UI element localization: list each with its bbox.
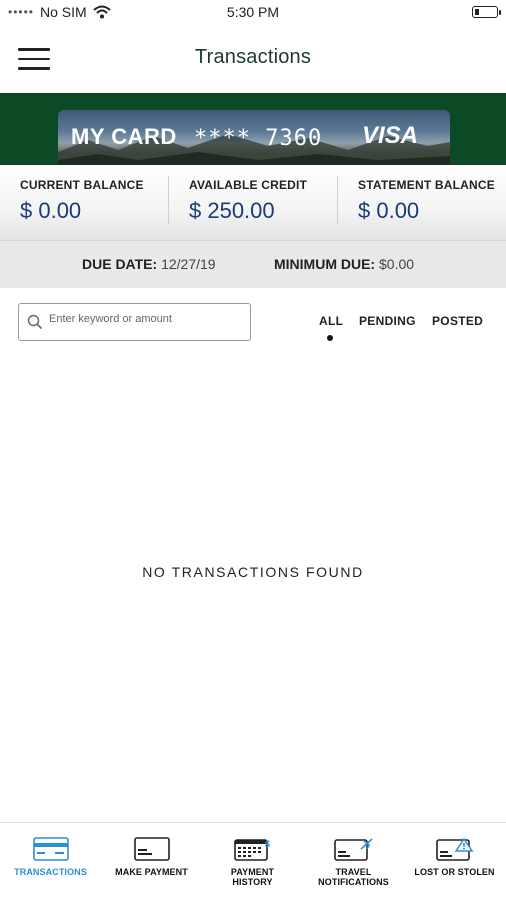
card-name: MY CARD [71,124,177,149]
current-balance-value: $ 0.00 [20,198,82,223]
card-image[interactable]: MY CARD **** 7360 VISA [58,110,450,165]
search-input[interactable] [49,313,244,325]
tab-transactions[interactable]: TRANSACTIONS [0,823,101,901]
current-balance-label: CURRENT BALANCE [20,178,144,192]
calendar-card-icon: $ [233,839,270,861]
search-box[interactable] [18,303,251,341]
minimum-due-label: MINIMUM DUE: [274,256,376,272]
battery-icon [472,6,501,18]
tab-label-line: HISTORY [232,877,273,887]
divider [168,176,169,224]
card-number: **** 7360 [194,126,323,151]
minimum-due-value: $0.00 [379,256,415,272]
filter-all[interactable]: ALL [319,314,343,328]
bottom-tab-bar: TRANSACTIONS MAKE PAYMENT $ PAYMENT HIST… [0,822,506,901]
status-time: 5:30 PM [226,4,280,20]
available-credit-value: $ 250.00 [189,198,275,223]
tab-label: MAKE PAYMENT [115,867,188,877]
tab-label-line: PAYMENT [230,867,275,877]
due-date-label: DUE DATE: [82,256,158,272]
minimum-due: MINIMUM DUE: $0.00 [274,256,414,272]
filter-pending[interactable]: PENDING [359,314,416,328]
visa-logo: VISA [361,122,418,149]
card-banner: MY CARD **** 7360 VISA [0,93,506,165]
statement-balance-value: $ 0.00 [358,198,420,223]
due-date: DUE DATE: 12/27/19 [82,256,216,272]
statement-balance-label: STATEMENT BALANCE [358,178,495,192]
tab-label-line: TRAVEL [335,867,372,877]
due-date-value: 12/27/19 [161,256,216,272]
tab-label: PAYMENT HISTORY [202,867,303,887]
active-filter-indicator [327,335,333,341]
tab-label: LOST OR STOLEN [414,867,495,877]
tab-travel-notifications[interactable]: TRAVEL NOTIFICATIONS [303,823,404,901]
tab-lost-or-stolen[interactable]: LOST OR STOLEN [404,823,505,901]
header: Transactions [0,26,506,92]
status-bar: ••••• No SIM 5:30 PM [0,0,506,26]
card-icon [133,837,170,861]
filter-posted[interactable]: POSTED [432,314,483,328]
divider [337,176,338,224]
card-plane-icon [333,838,373,861]
svg-text:$: $ [265,839,270,849]
tab-make-payment[interactable]: MAKE PAYMENT [101,823,202,901]
tab-label: TRAVEL NOTIFICATIONS [303,867,404,887]
due-strip: DUE DATE: 12/27/19 MINIMUM DUE: $0.00 [0,241,506,288]
page-title: Transactions [194,46,312,68]
card-warning-icon [435,837,473,861]
empty-state-message: NO TRANSACTIONS FOUND [142,564,364,580]
tab-label: TRANSACTIONS [14,867,87,877]
search-icon [27,314,43,330]
balances-panel: CURRENT BALANCE $ 0.00 AVAILABLE CREDIT … [0,166,506,241]
available-credit-label: AVAILABLE CREDIT [189,178,308,192]
tab-label-line: NOTIFICATIONS [318,877,389,887]
card-icon [32,837,69,861]
tab-payment-history[interactable]: $ PAYMENT HISTORY [202,823,303,901]
